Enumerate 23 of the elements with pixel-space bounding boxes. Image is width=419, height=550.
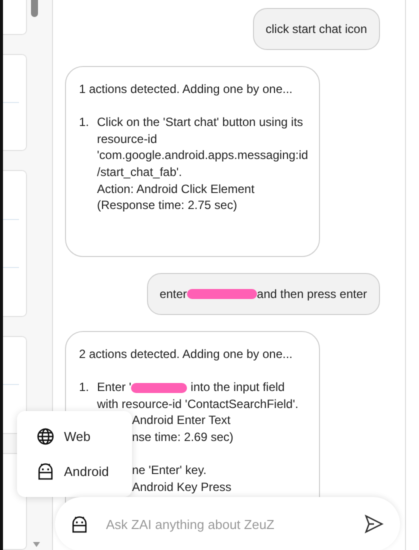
step-text: Click on the 'Start chat' button using its resource-id 'com.google.android.apps.messaging:id /start_chat_fab'.	[97, 114, 308, 181]
menu-item[interactable]: Web	[17, 419, 132, 454]
redaction-mark	[131, 382, 188, 393]
step-detail: (Response time: 2.75 sec)	[97, 197, 238, 214]
message-header: 2 actions detected. Adding one by one...	[79, 346, 294, 362]
scrollbar-thumb[interactable]	[31, 0, 38, 17]
scroll-down-icon[interactable]	[33, 542, 40, 547]
step-text: Enter ' into the input field with resource-id 'ContactSearchField'.	[97, 378, 300, 412]
android-icon	[71, 516, 88, 532]
globe-icon	[37, 428, 54, 445]
step-detail: Android Enter Text	[131, 412, 232, 429]
menu-item[interactable]: Android	[17, 454, 132, 489]
step-number: 1.	[79, 114, 90, 132]
android-icon	[37, 463, 54, 480]
step-detail: nse time: 2.69 sec)	[131, 428, 234, 446]
message-header: 1 actions detected. Adding one by one...	[79, 81, 294, 98]
user-message: click start chat icon	[252, 8, 380, 50]
send-icon[interactable]	[364, 514, 384, 534]
chat-input-field[interactable]: Ask ZAI anything about ZeuZ	[104, 516, 352, 532]
step-detail: Android Key Press	[131, 478, 232, 496]
user-message: enter and then press enter	[146, 272, 380, 315]
step-detail: Action: Android Click Element	[97, 180, 256, 198]
redaction-mark	[186, 288, 257, 299]
